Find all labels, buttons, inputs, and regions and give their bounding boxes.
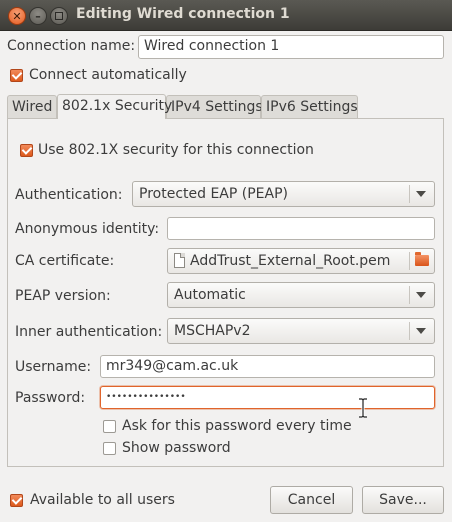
- save-button[interactable]: Save...: [362, 486, 444, 514]
- inner-authentication-label: Inner authentication:: [15, 324, 163, 340]
- tab-wired[interactable]: Wired: [7, 95, 57, 118]
- tab-8021x-security[interactable]: 802.1x Security: [57, 94, 172, 119]
- authentication-value: Protected EAP (PEAP): [139, 186, 288, 202]
- inner-authentication-combo[interactable]: MSCHAPv2: [167, 318, 435, 344]
- peap-version-combo[interactable]: Automatic: [167, 282, 435, 308]
- authentication-combo[interactable]: Protected EAP (PEAP): [132, 181, 435, 207]
- maximize-icon: [55, 12, 63, 20]
- title-bar: ✕ – Editing Wired connection 1: [0, 0, 452, 31]
- mouse-cursor-icon: [359, 398, 367, 418]
- username-label: Username:: [15, 359, 92, 375]
- chevron-down-icon: [416, 191, 426, 197]
- peap-version-value: Automatic: [174, 287, 246, 303]
- connection-name-label: Connection name:: [7, 38, 136, 54]
- combo-separator: [409, 322, 410, 340]
- show-password-label: Show password: [122, 440, 231, 456]
- available-all-users-label: Available to all users: [30, 492, 175, 508]
- ask-password-checkbox[interactable]: [103, 420, 116, 433]
- ca-certificate-label: CA certificate:: [15, 253, 115, 269]
- chevron-down-icon: [416, 292, 426, 298]
- file-button-separator: [409, 252, 410, 270]
- ca-certificate-value: AddTrust_External_Root.pem: [190, 253, 391, 269]
- password-label: Password:: [15, 390, 86, 406]
- connect-automatically-label: Connect automatically: [29, 67, 187, 83]
- authentication-label: Authentication:: [15, 187, 123, 203]
- minimize-window-button[interactable]: –: [29, 7, 47, 25]
- document-icon: [174, 253, 185, 268]
- minimize-icon: –: [35, 9, 41, 23]
- show-password-checkbox[interactable]: [103, 442, 116, 455]
- use-8021x-checkbox[interactable]: [20, 144, 33, 157]
- password-input[interactable]: •••••••••••••••: [100, 386, 435, 409]
- connect-automatically-checkbox[interactable]: [10, 69, 23, 82]
- ask-password-label: Ask for this password every time: [122, 418, 352, 434]
- use-8021x-label: Use 802.1X security for this connection: [38, 142, 314, 158]
- anonymous-identity-input[interactable]: [167, 217, 435, 240]
- window-title: Editing Wired connection 1: [76, 6, 290, 22]
- combo-separator: [409, 185, 410, 203]
- username-input[interactable]: mr349@cam.ac.uk: [100, 355, 435, 378]
- connection-name-input[interactable]: Wired connection 1: [138, 35, 444, 59]
- combo-separator: [409, 286, 410, 304]
- available-all-users-checkbox[interactable]: [10, 494, 23, 507]
- close-icon: ✕: [12, 9, 22, 23]
- close-window-button[interactable]: ✕: [8, 7, 26, 25]
- inner-authentication-value: MSCHAPv2: [174, 323, 251, 339]
- folder-icon: [415, 252, 429, 266]
- chevron-down-icon: [416, 328, 426, 334]
- cancel-button[interactable]: Cancel: [270, 486, 353, 514]
- peap-version-label: PEAP version:: [15, 288, 111, 304]
- anonymous-identity-label: Anonymous identity:: [15, 221, 160, 237]
- ca-certificate-file-button[interactable]: AddTrust_External_Root.pem: [167, 248, 435, 274]
- maximize-window-button[interactable]: [50, 7, 68, 25]
- tab-ipv6-settings[interactable]: IPv6 Settings: [261, 95, 358, 118]
- tab-ipv4-settings[interactable]: IPv4 Settings: [166, 95, 263, 118]
